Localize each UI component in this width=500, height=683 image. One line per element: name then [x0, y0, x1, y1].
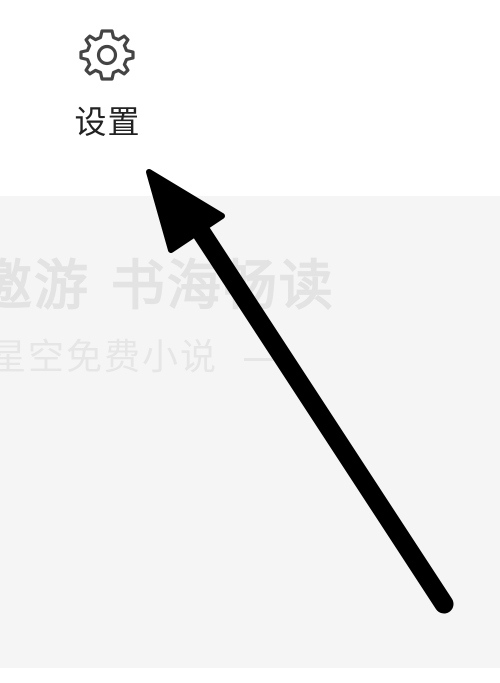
banner-dash: [244, 357, 295, 361]
gear-icon: [79, 29, 135, 81]
promo-banner: 邀游 书海畅读 星空免费小说: [0, 196, 500, 668]
settings-button[interactable]: 设置: [60, 20, 155, 148]
banner-subtitle: 星空免费小说: [0, 336, 295, 380]
banner-subtitle-text: 星空免费小说: [0, 337, 219, 378]
settings-label: 设置: [74, 103, 141, 141]
banner-title: 邀游 书海畅读: [0, 254, 335, 317]
